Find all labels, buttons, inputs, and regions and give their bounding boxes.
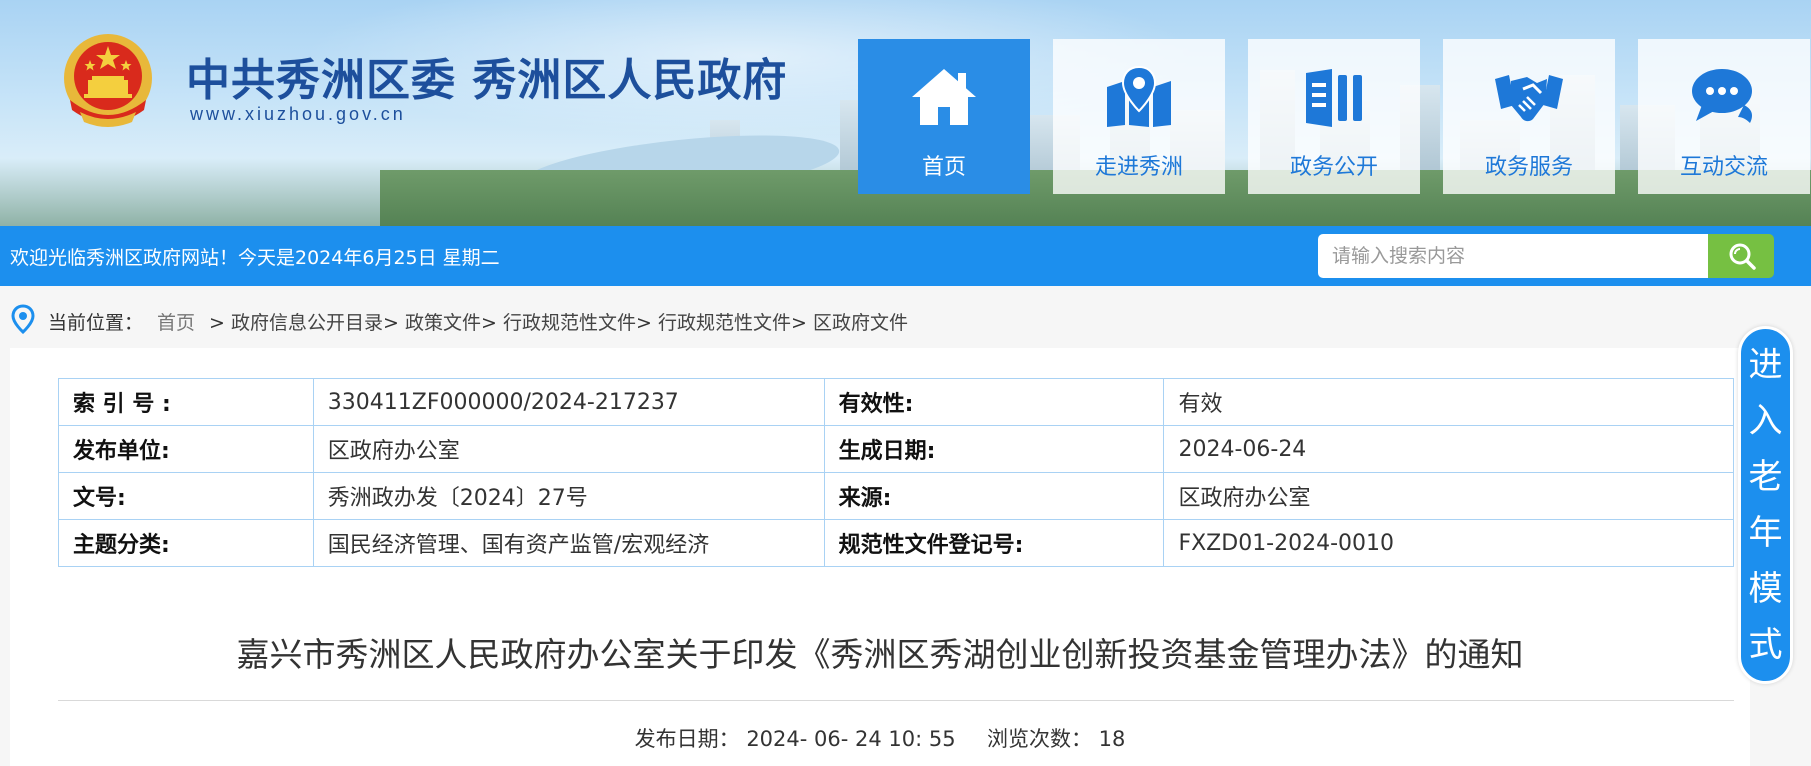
- meta-value: FXZD01-2024-0010: [1163, 519, 1734, 567]
- columns-icon: [1306, 69, 1362, 127]
- meta-key: 文号:: [58, 472, 314, 520]
- meta-value: 国民经济管理、国有资产监管/宏观经济: [312, 519, 825, 567]
- meta-value: 秀洲政办发〔2024〕27号: [312, 472, 825, 520]
- breadcrumb-label: 当前位置：: [48, 312, 144, 334]
- nav-item-label: 互动交流: [1679, 155, 1768, 180]
- breadcrumb-separator: >: [635, 312, 652, 334]
- breadcrumb-trail: 当前位置： 首页 > 政府信息公开目录> 政策文件> 行政规范性文件> 行政规范性文…: [48, 308, 908, 335]
- elderly-mode-char: 年: [1748, 513, 1783, 553]
- map-pin-icon: [1107, 65, 1171, 127]
- breadcrumb-item-district-docs[interactable]: 区政府文件: [813, 312, 908, 334]
- handshake-icon: [1495, 75, 1563, 122]
- breadcrumb-separator: >: [209, 312, 225, 334]
- breadcrumb-separator: >: [790, 312, 807, 334]
- breadcrumb-item-policy-docs[interactable]: 政策文件: [405, 312, 481, 334]
- national-emblem-icon: [64, 34, 152, 127]
- table-row: 主题分类: 国民经济管理、国有资产监管/宏观经济 规范性文件登记号: FXZD0…: [58, 519, 1734, 567]
- elderly-mode-char: 老: [1748, 457, 1783, 497]
- breadcrumb-separator: >: [383, 312, 399, 334]
- document-title: 嘉兴市秀洲区人民政府办公室关于印发《秀洲区秀湖创业创新投资基金管理办法》的通知: [236, 635, 1524, 674]
- content-card: 索 引 号 : 330411ZF000000/2024-217237 有效性: …: [10, 348, 1750, 766]
- breadcrumb-item-normative-docs[interactable]: 行政规范性文件: [503, 312, 636, 334]
- nav-item-gov-services[interactable]: 政务服务: [1443, 39, 1615, 194]
- site-domain: www.xiuzhou.gov.cn: [190, 104, 406, 124]
- publish-date-label: 发布日期：: [634, 727, 740, 751]
- home-icon: [912, 69, 976, 125]
- nav-item-home[interactable]: 首页: [858, 39, 1030, 194]
- meta-key: 发布单位:: [58, 425, 314, 473]
- nav-item-interaction[interactable]: 互动交流: [1638, 39, 1810, 194]
- nav-item-label: 政务公开: [1289, 155, 1378, 180]
- header-banner: 中共秀洲区委 秀洲区人民政府 www.xiuzhou.gov.cn 首页 走进秀…: [0, 0, 1811, 226]
- breadcrumb-item-home[interactable]: 首页: [157, 312, 195, 334]
- meta-key: 有效性:: [823, 378, 1165, 426]
- nav-item-gov-affairs-open[interactable]: 政务公开: [1248, 39, 1420, 194]
- meta-key: 主题分类:: [58, 519, 314, 567]
- breadcrumb-separator: >: [481, 312, 497, 334]
- welcome-text: 欢迎光临秀洲区政府网站！今天是2024年6月25日 星期二: [10, 247, 500, 269]
- table-row: 文号: 秀洲政办发〔2024〕27号 来源: 区政府办公室: [58, 472, 1734, 520]
- search-button[interactable]: [1708, 234, 1774, 278]
- elderly-mode-button[interactable]: 进 入 老 年 模 式: [1738, 326, 1793, 684]
- meta-value: 330411ZF000000/2024-217237: [312, 378, 825, 426]
- meta-value: 区政府办公室: [312, 425, 825, 473]
- nav-item-label: 首页: [921, 155, 966, 180]
- nav-item-label: 走进秀洲: [1094, 155, 1183, 180]
- breadcrumb-item-normative-docs-2[interactable]: 行政规范性文件: [658, 312, 791, 334]
- meta-key: 来源:: [823, 472, 1165, 520]
- meta-value: 区政府办公室: [1163, 472, 1734, 520]
- meta-value: 有效: [1163, 378, 1734, 426]
- publish-info: 发布日期： 2024- 06- 24 10: 55 浏览次数： 18: [10, 723, 1750, 753]
- breadcrumb-item-info-catalog[interactable]: 政府信息公开目录: [231, 312, 383, 334]
- meta-key: 规范性文件登记号:: [823, 519, 1165, 567]
- table-row: 索 引 号 : 330411ZF000000/2024-217237 有效性: …: [58, 378, 1734, 426]
- location-pin-icon: [11, 304, 35, 334]
- views-count: 18: [1098, 727, 1126, 751]
- meta-key: 生成日期:: [823, 425, 1165, 473]
- nav-item-about[interactable]: 走进秀洲: [1053, 39, 1225, 194]
- elderly-mode-char: 式: [1748, 625, 1783, 665]
- site-title: 中共秀洲区委 秀洲区人民政府: [186, 55, 788, 106]
- search-icon: [1729, 243, 1756, 270]
- elderly-mode-char: 进: [1748, 345, 1783, 385]
- nav-item-label: 政务服务: [1484, 155, 1573, 180]
- views-label: 浏览次数：: [986, 727, 1092, 751]
- meta-value: 2024-06-24: [1163, 425, 1734, 473]
- publish-date: 2024- 06- 24 10: 55: [746, 727, 956, 751]
- welcome-bar: 欢迎光临秀洲区政府网站！今天是2024年6月25日 星期二: [0, 226, 1811, 286]
- elderly-mode-char: 入: [1748, 401, 1783, 441]
- chat-bubble-icon: [1692, 69, 1752, 123]
- divider: [58, 700, 1734, 701]
- document-meta-table: 索 引 号 : 330411ZF000000/2024-217237 有效性: …: [58, 378, 1734, 567]
- table-row: 发布单位: 区政府办公室 生成日期: 2024-06-24: [58, 425, 1734, 473]
- meta-key: 索 引 号 :: [58, 378, 314, 426]
- elderly-mode-char: 模: [1748, 569, 1783, 609]
- search-input[interactable]: [1318, 234, 1708, 278]
- breadcrumb: 当前位置： 首页 > 政府信息公开目录> 政策文件> 行政规范性文件> 行政规范性文…: [0, 300, 1740, 340]
